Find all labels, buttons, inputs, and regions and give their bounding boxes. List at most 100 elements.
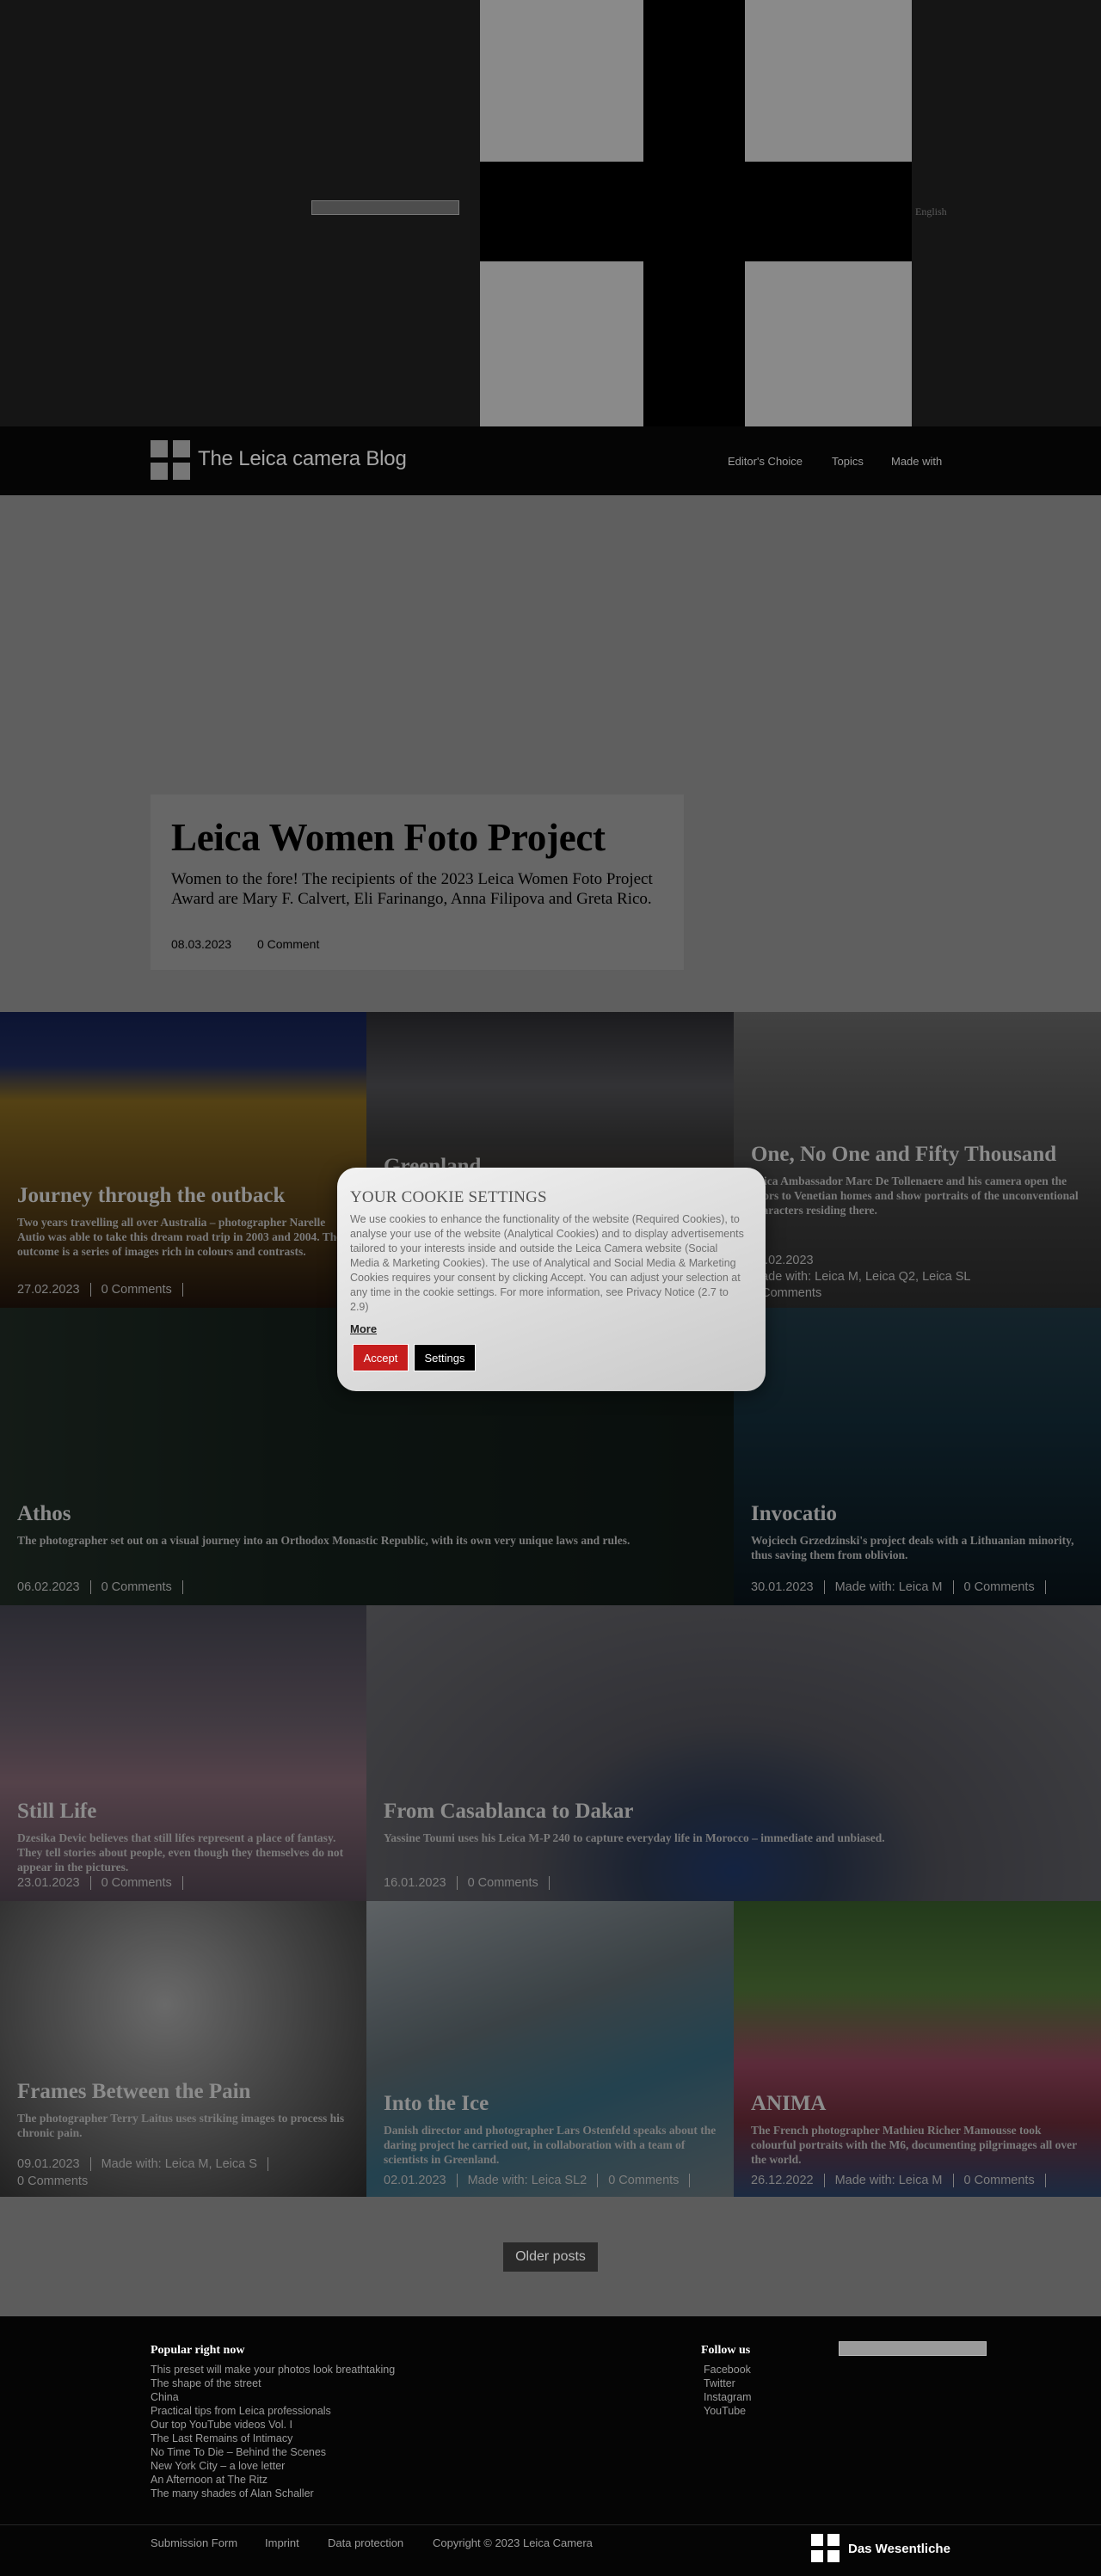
post-made-with[interactable]: Made with: Leica M, Leica Q2, Leica SL — [751, 1269, 1092, 1285]
das-wesentliche-logo[interactable]: Das Wesentliche — [848, 2542, 950, 2556]
post-title[interactable]: Into the Ice — [384, 2092, 717, 2116]
post-title[interactable]: Still Life — [17, 1800, 349, 1824]
post-comments[interactable]: 0 Comments — [101, 1283, 183, 1297]
nav-editors-choice[interactable]: Editor's Choice — [728, 455, 803, 468]
cookie-text: We use cookies to enhance the functional… — [350, 1213, 744, 1313]
cookie-settings-button[interactable]: Settings — [414, 1344, 476, 1371]
hero-meta: 08.03.2023 0 Comment — [171, 937, 341, 951]
popular-link[interactable]: The shape of the street — [151, 2377, 395, 2390]
hero-date: 08.03.2023 — [171, 937, 232, 951]
popular-link[interactable]: This preset will make your photos look b… — [151, 2363, 395, 2377]
post-comments[interactable]: 0 Comments — [608, 2174, 691, 2187]
post-date: 09.01.2023 — [17, 2157, 91, 2171]
social-links: Facebook Twitter Instagram YouTube — [704, 2363, 752, 2418]
popular-list: This preset will make your photos look b… — [151, 2363, 395, 2500]
post-title[interactable]: One, No One and Fifty Thousand — [751, 1143, 1084, 1167]
post-comments[interactable]: 0 Comments — [467, 1876, 550, 1890]
popular-link[interactable]: New York City – a love letter — [151, 2459, 395, 2473]
post-card[interactable]: Journey through the outback Two years tr… — [0, 1012, 366, 1308]
popular-link[interactable]: No Time To Die – Behind the Scenes — [151, 2445, 395, 2459]
post-made-with[interactable]: Made with: Leica SL2 — [467, 2174, 599, 2187]
hero-comments[interactable]: 0 Comment — [257, 937, 319, 951]
hero-card[interactable]: Leica Women Foto Project Women to the fo… — [151, 794, 684, 970]
top-banner: English — [0, 0, 1101, 426]
cookie-dialog: YOUR COOKIE SETTINGS We use cookies to e… — [337, 1168, 766, 1391]
post-date: 23.01.2023 — [17, 1876, 91, 1890]
post-date: 26.12.2022 — [751, 2174, 825, 2187]
post-date: 27.02.2023 — [17, 1283, 91, 1297]
post-title[interactable]: Journey through the outback — [17, 1184, 349, 1208]
site-footer: Popular right now This preset will make … — [0, 2316, 1101, 2576]
cookie-more-link[interactable]: More — [350, 1322, 377, 1335]
facebook-link[interactable]: Facebook — [704, 2363, 752, 2377]
popular-link[interactable]: The many shades of Alan Schaller — [151, 2487, 395, 2500]
post-teaser: The photographer Terry Laitus uses strik… — [17, 2112, 345, 2139]
post-title[interactable]: From Casablanca to Dakar — [384, 1800, 1084, 1824]
twitter-link[interactable]: Twitter — [704, 2377, 752, 2390]
hero-teaser: Women to the fore! The recipients of the… — [171, 870, 653, 908]
post-card[interactable]: ANIMA The French photographer Mathieu Ri… — [734, 1901, 1101, 2197]
popular-link[interactable]: Practical tips from Leica professionals — [151, 2404, 395, 2418]
popular-link[interactable]: The Last Remains of Intimacy — [151, 2432, 395, 2445]
follow-heading: Follow us — [701, 2344, 751, 2357]
logo-icon[interactable] — [151, 440, 192, 481]
older-posts-button[interactable]: Older posts — [503, 2242, 598, 2272]
footer-search-input[interactable] — [839, 2341, 987, 2356]
site-title[interactable]: The Leica camera Blog — [198, 447, 407, 471]
post-date: 20.02.2023 — [751, 1254, 814, 1267]
nav-made-with[interactable]: Made with — [891, 455, 942, 468]
popular-link[interactable]: An Afternoon at The Ritz — [151, 2473, 395, 2487]
post-card[interactable]: From Casablanca to Dakar Yassine Toumi u… — [366, 1605, 1101, 1901]
leica-logo-large — [480, 0, 912, 426]
post-comments[interactable]: 0 Comments — [963, 2174, 1046, 2187]
post-card[interactable]: Invocatio Wojciech Grzedzinski's project… — [734, 1308, 1101, 1605]
post-card[interactable]: Frames Between the Pain The photographer… — [0, 1901, 366, 2197]
post-date: 06.02.2023 — [17, 1580, 91, 1594]
post-title[interactable]: Athos — [17, 1502, 717, 1526]
post-date: 16.01.2023 — [384, 1876, 458, 1890]
post-made-with[interactable]: Made with: Leica M — [834, 1580, 954, 1594]
popular-heading: Popular right now — [151, 2344, 245, 2357]
post-comments[interactable]: 0 Comments — [751, 1285, 1092, 1302]
das-wesentliche-icon — [811, 2534, 840, 2563]
post-comments[interactable]: 0 Comments — [101, 1580, 183, 1594]
cookie-title: YOUR COOKIE SETTINGS — [350, 1188, 547, 1206]
nav-topics[interactable]: Topics — [832, 455, 864, 468]
post-teaser: Two years travelling all over Australia … — [17, 1216, 342, 1258]
language-selector[interactable] — [311, 200, 459, 215]
popular-link[interactable]: Our top YouTube videos Vol. I — [151, 2418, 395, 2432]
post-title[interactable]: ANIMA — [751, 2092, 1084, 2116]
accept-button[interactable]: Accept — [353, 1344, 409, 1371]
post-title[interactable]: Frames Between the Pain — [17, 2080, 349, 2104]
post-teaser: Danish director and photographer Lars Os… — [384, 2124, 717, 2166]
post-title[interactable]: Invocatio — [751, 1502, 1084, 1526]
language-label[interactable]: English — [915, 205, 947, 218]
imprint-link[interactable]: Imprint — [265, 2536, 299, 2549]
hero-title[interactable]: Leica Women Foto Project — [171, 815, 606, 860]
post-teaser: Leica Ambassador Marc De Tollenaere and … — [751, 1175, 1079, 1217]
youtube-link[interactable]: YouTube — [704, 2404, 752, 2418]
post-teaser: Wojciech Grzedzinski's project deals wit… — [751, 1534, 1074, 1561]
post-date: 30.01.2023 — [751, 1580, 825, 1594]
post-teaser: Dzesika Devic believes that still lifes … — [17, 1831, 344, 1874]
post-card[interactable]: Into the Ice Danish director and photogr… — [366, 1901, 734, 2197]
post-comments[interactable]: 0 Comments — [963, 1580, 1046, 1594]
post-teaser: Yassine Toumi uses his Leica M-P 240 to … — [384, 1831, 885, 1844]
post-comments[interactable]: 0 Comments — [17, 2173, 358, 2190]
data-protection-link[interactable]: Data protection — [328, 2536, 403, 2549]
post-card[interactable]: Still Life Dzesika Devic believes that s… — [0, 1605, 366, 1901]
popular-link[interactable]: China — [151, 2390, 395, 2404]
submission-form-link[interactable]: Submission Form — [151, 2536, 237, 2549]
post-teaser: The photographer set out on a visual jou… — [17, 1534, 630, 1547]
site-header: The Leica camera Blog Editor's Choice To… — [0, 426, 1101, 495]
instagram-link[interactable]: Instagram — [704, 2390, 752, 2404]
post-made-with[interactable]: Made with: Leica M, Leica S — [101, 2157, 268, 2171]
post-comments[interactable]: 0 Comments — [101, 1876, 183, 1890]
post-date: 02.01.2023 — [384, 2174, 458, 2187]
post-made-with[interactable]: Made with: Leica M — [834, 2174, 954, 2187]
post-card[interactable]: One, No One and Fifty Thousand Leica Amb… — [734, 1012, 1101, 1308]
copyright-text: Copyright © 2023 Leica Camera — [433, 2536, 593, 2549]
hero-section: Leica Women Foto Project Women to the fo… — [0, 495, 1101, 1012]
post-teaser: The French photographer Mathieu Richer M… — [751, 2124, 1077, 2166]
footer-divider — [0, 2524, 1101, 2525]
